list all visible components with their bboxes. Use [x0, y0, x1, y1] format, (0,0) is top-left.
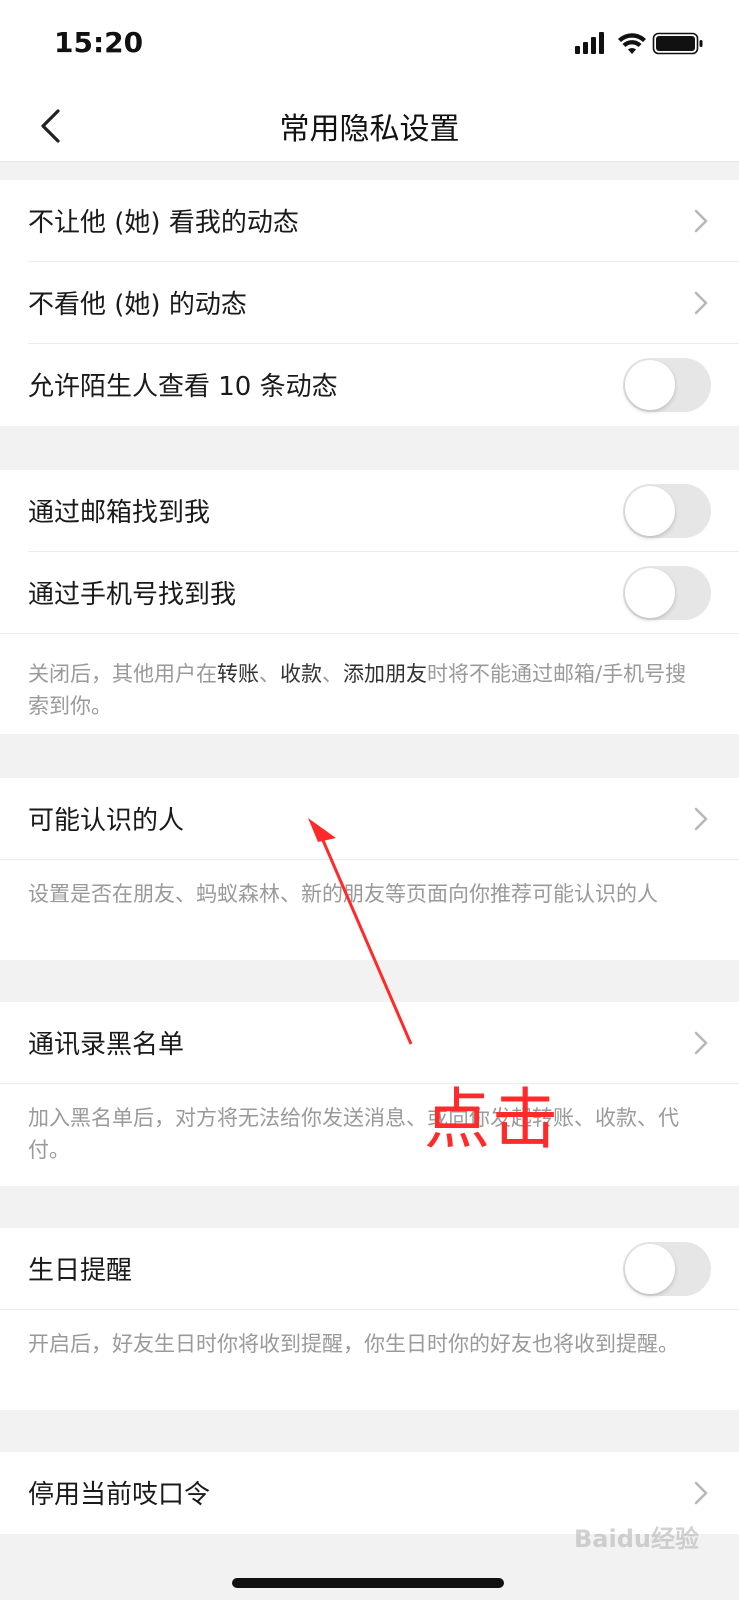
- row-label: 不让他 (她) 看我的动态: [28, 208, 299, 238]
- people-you-may-know-description: 设置是否在朋友、蚂蚁森林、新的朋友等页面向你推荐可能认识的人: [28, 882, 658, 906]
- toggle-knob: [625, 486, 675, 536]
- row-label: 允许陌生人查看 10 条动态: [28, 372, 338, 402]
- chevron-right-icon: [694, 209, 708, 233]
- row-label: 生日提醒: [28, 1256, 133, 1286]
- dynamics-settings-group: 不让他 (她) 看我的动态 不看他 (她) 的动态 允许陌生人查看 10 条动态: [0, 180, 739, 426]
- row-label: 通讯录黑名单: [28, 1030, 185, 1060]
- wifi-icon: [618, 33, 646, 54]
- blacklist-description: 加入黑名单后，对方将无法给你发送消息、或向你发起转账、收款、代付。: [28, 1106, 679, 1162]
- divider: [0, 1309, 739, 1310]
- find-by-email-toggle[interactable]: [623, 484, 711, 538]
- people-you-may-know-group: 可能认识的人 设置是否在朋友、蚂蚁森林、新的朋友等页面向你推荐可能认识的人: [0, 778, 739, 960]
- divider: [0, 1083, 739, 1084]
- chevron-right-icon: [694, 291, 708, 315]
- status-icons: [575, 32, 703, 55]
- row-find-by-phone: 通过手机号找到我: [0, 552, 739, 634]
- row-people-you-may-know[interactable]: 可能认识的人: [0, 778, 739, 860]
- row-birthday-reminder: 生日提醒: [0, 1228, 739, 1310]
- chevron-right-icon: [694, 1031, 708, 1055]
- birthday-reminder-group: 生日提醒 开启后，好友生日时你将收到提醒，你生日时你的好友也将收到提醒。: [0, 1228, 739, 1410]
- toggle-knob: [625, 568, 675, 618]
- find-by-phone-toggle[interactable]: [623, 566, 711, 620]
- baidu-watermark: Baidu经验: [574, 1525, 699, 1553]
- birthday-reminder-description: 开启后，好友生日时你将收到提醒，你生日时你的好友也将收到提醒。: [28, 1332, 679, 1356]
- row-label: 停用当前吱口令: [28, 1480, 211, 1510]
- chevron-right-icon: [694, 1481, 708, 1505]
- row-label: 不看他 (她) 的动态: [28, 290, 247, 320]
- row-stranger-view-10-moments: 允许陌生人查看 10 条动态: [0, 344, 739, 426]
- row-contacts-blacklist[interactable]: 通讯录黑名单: [0, 1002, 739, 1084]
- blacklist-group: 通讯录黑名单 加入黑名单后，对方将无法给你发送消息、或向你发起转账、收款、代付。: [0, 1002, 739, 1186]
- status-time: 15:20: [54, 26, 144, 59]
- annotation-click-text: 点击: [424, 1081, 560, 1158]
- divider: [0, 633, 739, 634]
- status-bar: 15:20: [0, 0, 739, 90]
- row-label: 通过邮箱找到我: [28, 498, 211, 528]
- toggle-knob: [625, 360, 675, 410]
- divider: [0, 859, 739, 860]
- findability-settings-group: 通过邮箱找到我 通过手机号找到我 关闭后，其他用户在转账、收款、添加朋友时将不能…: [0, 470, 739, 734]
- row-hide-their-moments[interactable]: 不看他 (她) 的动态: [0, 262, 739, 344]
- chevron-right-icon: [694, 807, 708, 831]
- findability-description: 关闭后，其他用户在转账、收款、添加朋友时将不能通过邮箱/手机号搜索到你。: [28, 662, 687, 718]
- row-hide-my-moments[interactable]: 不让他 (她) 看我的动态: [0, 180, 739, 262]
- signal-icon: [575, 32, 604, 54]
- toggle-knob: [625, 1244, 675, 1294]
- row-label: 通过手机号找到我: [28, 580, 237, 610]
- battery-icon: [652, 32, 703, 55]
- stranger-view-toggle[interactable]: [623, 358, 711, 412]
- birthday-reminder-toggle[interactable]: [623, 1242, 711, 1296]
- page-title: 常用隐私设置: [279, 112, 460, 147]
- nav-bar: 常用隐私设置: [0, 90, 739, 162]
- home-indicator: [232, 1578, 504, 1588]
- row-find-by-email: 通过邮箱找到我: [0, 470, 739, 552]
- row-label: 可能认识的人: [28, 806, 185, 836]
